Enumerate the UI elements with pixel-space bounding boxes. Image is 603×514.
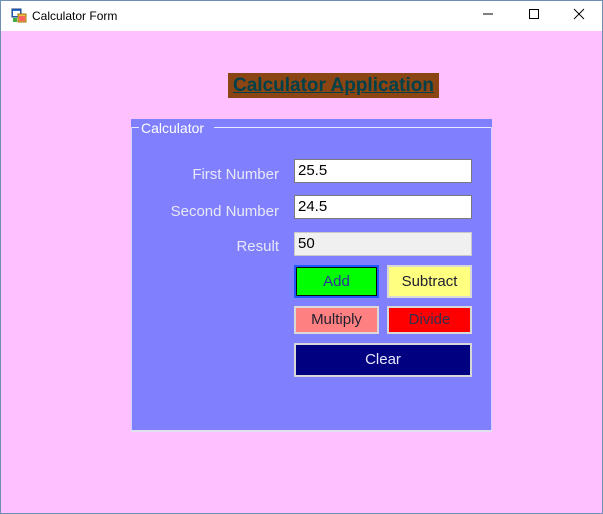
clear-button[interactable]: Clear — [294, 343, 472, 377]
second-number-label: Second Number — [170, 203, 279, 220]
calculator-window: Calculator Form Calculator Application C… — [0, 0, 603, 514]
close-icon — [573, 7, 585, 25]
groupbox-border — [214, 127, 492, 128]
groupbox-title: Calculator — [141, 120, 205, 136]
groupbox-border — [491, 127, 492, 432]
minimize-icon — [482, 7, 494, 25]
groupbox-border — [131, 430, 492, 432]
subtract-button[interactable]: Subtract — [387, 265, 472, 298]
maximize-icon — [528, 7, 540, 25]
result-field: 50 — [294, 232, 472, 256]
divide-button[interactable]: Divide — [387, 306, 472, 334]
page-title: Calculator Application — [228, 73, 439, 98]
minimize-button[interactable] — [465, 1, 511, 31]
multiply-button[interactable]: Multiply — [294, 306, 379, 334]
first-number-input[interactable]: 25.5 — [294, 159, 472, 183]
app-form-icon[interactable] — [11, 8, 27, 24]
calculator-groupbox: Calculator First Number 25.5 Second Numb… — [131, 119, 492, 432]
result-label: Result — [236, 238, 279, 255]
first-number-label: First Number — [192, 166, 279, 183]
maximize-button[interactable] — [511, 1, 557, 31]
groupbox-border — [131, 127, 139, 128]
window-title: Calculator Form — [32, 9, 118, 23]
form-client-area: Calculator Application Calculator First … — [1, 31, 602, 513]
add-button[interactable]: Add — [294, 265, 379, 298]
title-bar[interactable]: Calculator Form — [1, 1, 602, 31]
close-button[interactable] — [556, 1, 602, 31]
second-number-input[interactable]: 24.5 — [294, 195, 472, 219]
